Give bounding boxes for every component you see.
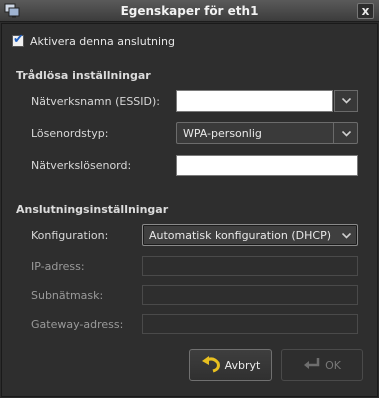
- checkmark-icon: ✔: [13, 32, 24, 47]
- activate-connection-checkbox[interactable]: ✔: [12, 32, 24, 47]
- password-type-value: WPA-personlig: [183, 126, 262, 140]
- password-type-select[interactable]: WPA-personlig: [176, 122, 358, 144]
- ok-label: OK: [325, 358, 341, 372]
- essid-dropdown-button[interactable]: [334, 90, 358, 112]
- connection-settings-heading: Anslutningsinställningar: [16, 203, 169, 216]
- close-button[interactable]: x: [357, 3, 374, 19]
- password-type-label: Lösenordstyp:: [31, 127, 109, 140]
- subnet-mask-input[interactable]: [142, 285, 358, 305]
- activate-connection-label: Aktivera denna anslutning: [30, 34, 175, 48]
- cancel-label: Avbryt: [224, 358, 261, 372]
- network-password-input[interactable]: [176, 155, 358, 176]
- configuration-label: Konfiguration:: [31, 229, 109, 242]
- configuration-select[interactable]: Automatisk konfiguration (DHCP): [142, 224, 358, 246]
- subnet-mask-label: Subnätmask:: [31, 289, 104, 302]
- ok-button[interactable]: OK: [281, 349, 363, 381]
- activate-connection-row[interactable]: ✔ Aktivera denna anslutning: [12, 32, 175, 49]
- essid-input[interactable]: [176, 90, 333, 112]
- essid-label: Nätverksnamn (ESSID):: [31, 95, 160, 108]
- configuration-value: Automatisk konfiguration (DHCP): [149, 228, 331, 242]
- close-icon: x: [361, 4, 370, 18]
- title-bar[interactable]: Egenskaper för eth1 x: [0, 0, 379, 22]
- network-password-label: Nätverkslösenord:: [31, 159, 132, 172]
- gateway-address-input[interactable]: [142, 314, 358, 334]
- undo-arrow-icon: [201, 355, 221, 376]
- gateway-address-label: Gateway-adress:: [31, 318, 124, 331]
- chevron-down-icon: [342, 131, 351, 137]
- ip-address-label: IP-adress:: [31, 260, 85, 273]
- return-arrow-icon: [303, 357, 321, 374]
- ip-address-input[interactable]: [142, 256, 358, 276]
- chevron-down-icon: [342, 233, 351, 239]
- chevron-down-icon: [341, 97, 351, 104]
- window-title: Egenskaper för eth1: [120, 4, 259, 18]
- cancel-button[interactable]: Avbryt: [189, 349, 272, 381]
- wireless-settings-heading: Trådlösa inställningar: [16, 69, 151, 82]
